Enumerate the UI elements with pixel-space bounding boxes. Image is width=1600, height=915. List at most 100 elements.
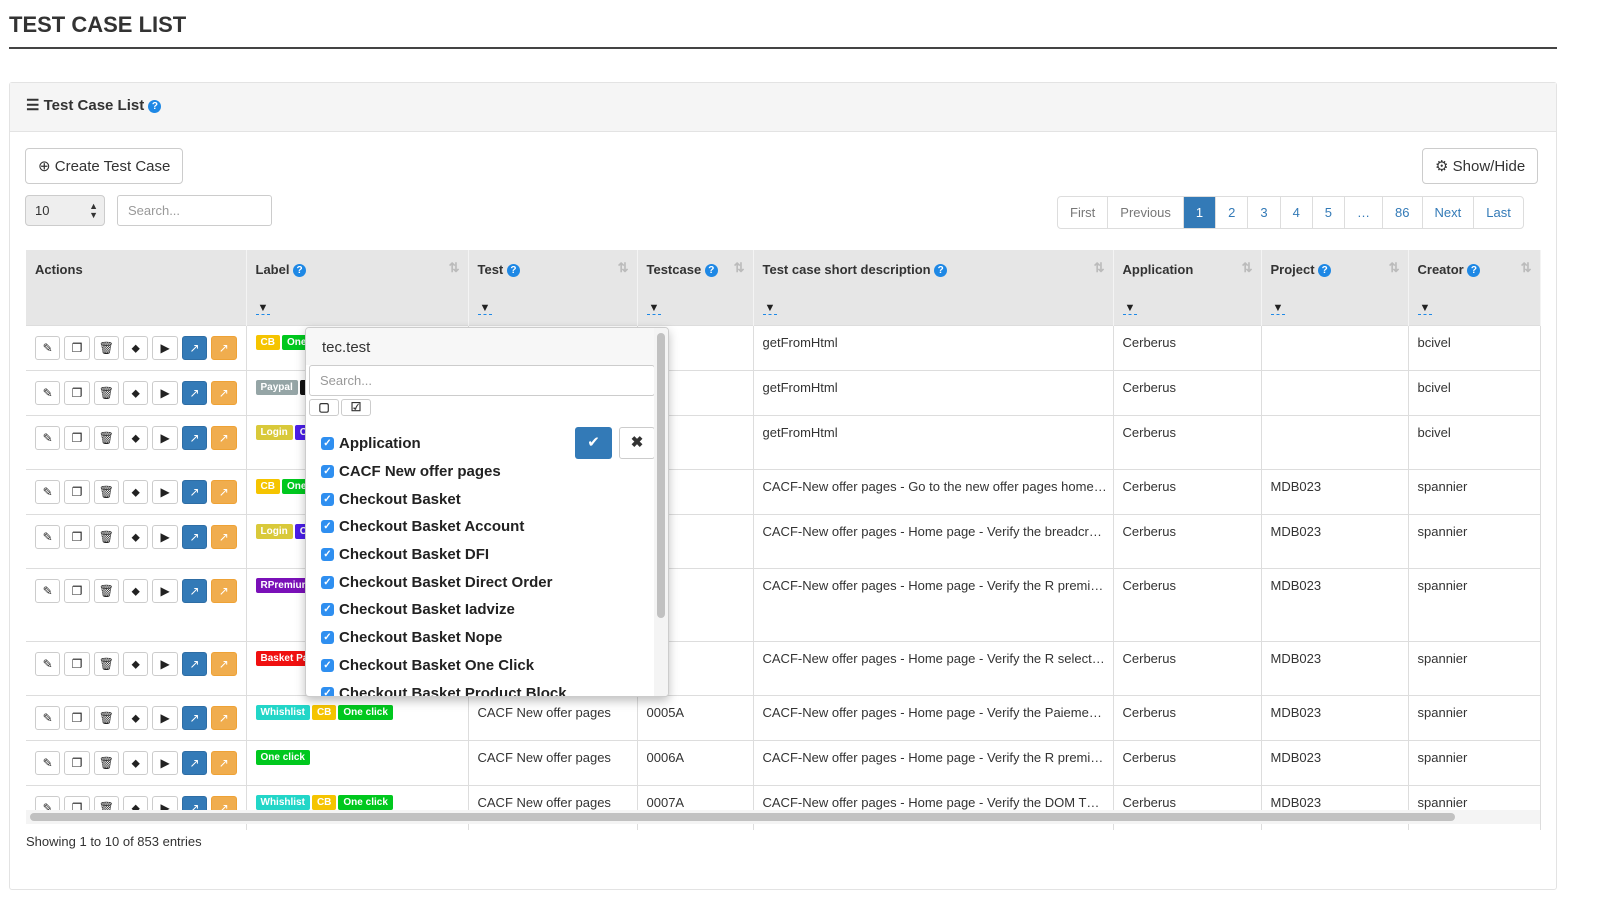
tag-button[interactable]: ⬥ [123, 380, 149, 405]
filter-option[interactable]: ✓ Checkout Basket Direct Order [321, 568, 567, 596]
page-4[interactable]: 4 [1279, 197, 1312, 228]
filter-option[interactable]: ✓ Checkout Basket Nope [321, 624, 567, 652]
column-header-creator[interactable]: Creator ? ⇅ [1408, 250, 1541, 288]
duplicate-button[interactable]: ❐ [64, 750, 90, 775]
filter-icon[interactable]: ▼ [1122, 301, 1138, 315]
popup-scrollbar[interactable] [654, 328, 668, 696]
help-icon[interactable]: ? [1467, 263, 1481, 277]
edit-button[interactable]: ✎ [35, 524, 61, 549]
tag-button[interactable]: ⬥ [123, 651, 149, 676]
filter-option[interactable]: ✓ Checkout Basket One Click [321, 652, 567, 680]
delete-button[interactable]: 🗑 [93, 380, 120, 405]
column-header-test-case-short-description[interactable]: Test case short description ? ⇅ [753, 250, 1114, 288]
tag-button[interactable]: ⬥ [123, 335, 149, 360]
delete-button[interactable]: 🗑 [93, 578, 120, 603]
show-hide-button[interactable]: ⚙ Show/Hide [1422, 148, 1539, 184]
delete-button[interactable]: 🗑 [93, 750, 120, 775]
page-length-select[interactable]: 10 ▲ ▼ [25, 195, 105, 226]
delete-button[interactable]: 🗑 [93, 705, 120, 730]
tag-button[interactable]: ⬥ [123, 750, 149, 775]
tag-button[interactable]: ⬥ [123, 705, 149, 730]
edit-button[interactable]: ✎ [35, 335, 61, 360]
tag-button[interactable]: ⬥ [123, 479, 149, 504]
filter-icon[interactable]: ▼ [1417, 301, 1433, 315]
run-button[interactable]: ▶ [152, 524, 178, 549]
filter-icon[interactable]: ▼ [762, 301, 778, 315]
open-external-button[interactable]: ↗ [181, 479, 208, 504]
filter-option[interactable]: ✓ Checkout Basket Iadvize [321, 596, 567, 624]
apply-filter-button[interactable]: ✔ [575, 427, 612, 459]
open-external-button[interactable]: ↗ [181, 705, 208, 730]
run-button[interactable]: ▶ [152, 425, 178, 450]
duplicate-button[interactable]: ❐ [64, 479, 90, 504]
uncheck-all-button[interactable]: ▢ [309, 399, 339, 416]
edit-button[interactable]: ✎ [35, 479, 61, 504]
open-external-button[interactable]: ↗ [211, 578, 237, 603]
run-button[interactable]: ▶ [152, 750, 178, 775]
popup-scrollbar-thumb[interactable] [657, 333, 665, 618]
delete-button[interactable]: 🗑 [93, 651, 120, 676]
edit-button[interactable]: ✎ [35, 651, 61, 676]
page-86[interactable]: 86 [1382, 197, 1421, 228]
delete-button[interactable]: 🗑 [93, 524, 120, 549]
delete-button[interactable]: 🗑 [93, 479, 120, 504]
page-2[interactable]: 2 [1215, 197, 1247, 228]
edit-button[interactable]: ✎ [35, 578, 61, 603]
checkbox-checked[interactable]: ✓ [321, 658, 334, 672]
help-icon[interactable]: ? [148, 100, 162, 113]
run-button[interactable]: ▶ [152, 578, 178, 603]
column-header-testcase[interactable]: Testcase ? ⇅ [637, 250, 754, 288]
sort-icon[interactable]: ⇅ [1094, 260, 1105, 276]
edit-button[interactable]: ✎ [35, 380, 61, 405]
open-external-button[interactable]: ↗ [211, 750, 237, 775]
edit-button[interactable]: ✎ [35, 425, 61, 450]
checkbox-checked[interactable]: ✓ [321, 631, 334, 645]
open-external-button[interactable]: ↗ [181, 425, 208, 450]
filter-icon[interactable]: ▼ [646, 301, 662, 315]
open-external-button[interactable]: ↗ [181, 524, 208, 549]
filter-option[interactable]: ✓ Checkout Basket Account [321, 513, 567, 541]
search-input[interactable]: Search... [117, 195, 272, 226]
page-5[interactable]: 5 [1311, 197, 1344, 228]
run-button[interactable]: ▶ [152, 479, 178, 504]
open-external-button[interactable]: ↗ [181, 578, 208, 603]
open-external-button[interactable]: ↗ [181, 380, 208, 405]
sort-icon[interactable]: ⇅ [734, 260, 745, 276]
filter-search-input[interactable]: Search... [309, 365, 655, 396]
run-button[interactable]: ▶ [152, 651, 178, 676]
duplicate-button[interactable]: ❐ [64, 425, 90, 450]
help-icon[interactable]: ? [1318, 263, 1332, 277]
checkbox-checked[interactable]: ✓ [321, 520, 334, 534]
filter-option[interactable]: ✓ Application [321, 430, 567, 458]
help-icon[interactable]: ? [506, 263, 520, 277]
sort-icon[interactable]: ⇅ [449, 260, 460, 276]
checkbox-checked[interactable]: ✓ [321, 603, 334, 617]
open-external-button[interactable]: ↗ [211, 380, 237, 405]
page-next[interactable]: Next [1421, 197, 1474, 228]
checkbox-checked[interactable]: ✓ [321, 465, 334, 479]
page-3[interactable]: 3 [1247, 197, 1279, 228]
help-icon[interactable]: ? [704, 263, 718, 277]
duplicate-button[interactable]: ❐ [64, 335, 90, 360]
filter-option[interactable]: ✓ Checkout Basket Product Block [321, 679, 567, 696]
checkbox-checked[interactable]: ✓ [321, 575, 334, 589]
tag-button[interactable]: ⬥ [123, 524, 149, 549]
check-all-button[interactable]: ☑ [341, 399, 371, 416]
open-external-button[interactable]: ↗ [211, 479, 237, 504]
help-icon[interactable]: ? [934, 263, 948, 277]
duplicate-button[interactable]: ❐ [64, 380, 90, 405]
filter-icon[interactable]: ▼ [477, 301, 493, 315]
column-header-application[interactable]: Application ⇅ [1113, 250, 1262, 288]
page-last[interactable]: Last [1473, 197, 1523, 228]
run-button[interactable]: ▶ [152, 335, 178, 360]
sort-icon[interactable]: ⇅ [1242, 260, 1253, 276]
open-external-button[interactable]: ↗ [181, 651, 208, 676]
run-button[interactable]: ▶ [152, 705, 178, 730]
sort-icon[interactable]: ⇅ [618, 260, 629, 276]
open-external-button[interactable]: ↗ [181, 750, 208, 775]
page-1[interactable]: 1 [1182, 197, 1216, 228]
column-header-label[interactable]: Label ? ⇅ [246, 250, 469, 288]
duplicate-button[interactable]: ❐ [64, 651, 90, 676]
filter-icon[interactable]: ▼ [255, 301, 271, 315]
page-previous[interactable]: Previous [1107, 197, 1183, 228]
